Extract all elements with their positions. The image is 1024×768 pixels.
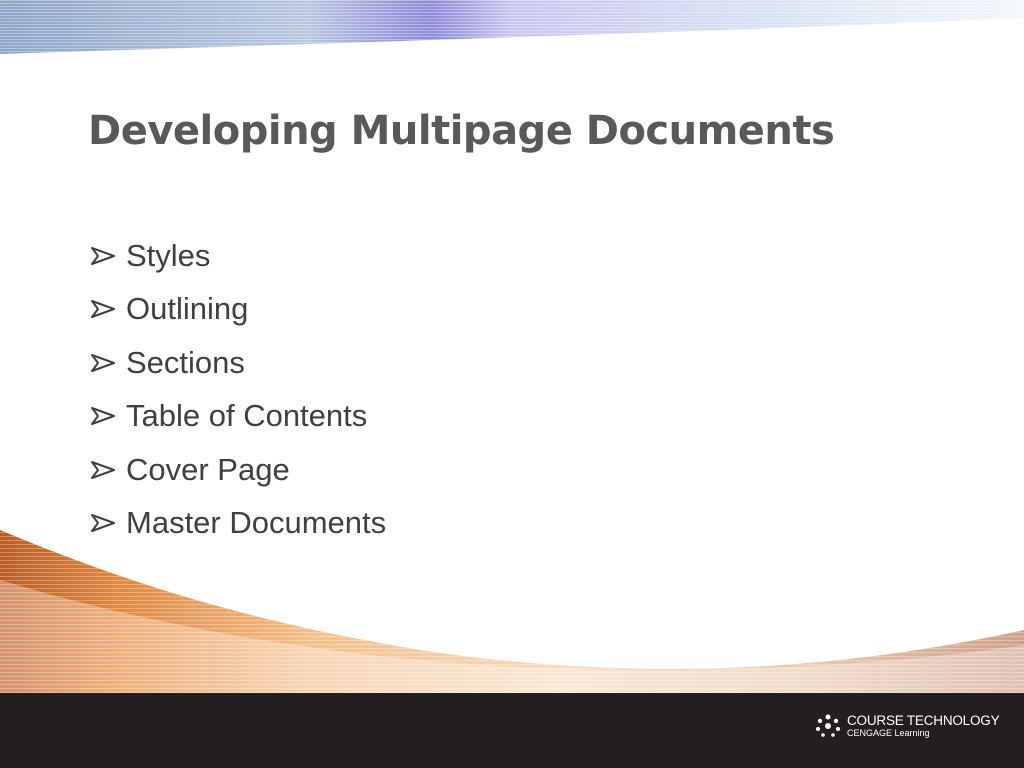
list-item: Styles <box>90 229 386 283</box>
course-technology-logo-icon <box>816 714 840 737</box>
list-item: Sections <box>90 336 386 390</box>
bullet-list: Styles Outlining Sections Table of Conte… <box>90 229 386 550</box>
arrow-bullet-icon <box>91 460 115 479</box>
slide: Developing Multipage Documents Styles Ou… <box>0 0 1024 768</box>
bullet-text: Cover Page <box>126 451 290 487</box>
bullet-text: Sections <box>126 344 245 380</box>
top-decorative-band <box>0 0 1024 54</box>
list-item: Table of Contents <box>90 390 386 444</box>
bullet-text: Outlining <box>126 291 249 327</box>
logo-text: COURSE TECHNOLOGY CENGAGE Learning <box>847 712 1000 739</box>
footer-bar: COURSE TECHNOLOGY CENGAGE Learning <box>0 693 1024 768</box>
arrow-bullet-icon <box>91 407 115 426</box>
arrow-bullet-icon <box>91 353 115 372</box>
bullet-text: Table of Contents <box>126 398 368 434</box>
publisher-logo: COURSE TECHNOLOGY CENGAGE Learning <box>815 712 1000 739</box>
arrow-bullet-icon <box>91 246 115 265</box>
arrow-bullet-icon <box>91 300 115 319</box>
list-item: Cover Page <box>90 443 386 497</box>
bottom-decorative-wave <box>0 530 1024 693</box>
list-item: Outlining <box>90 283 386 337</box>
slide-title: Developing Multipage Documents <box>88 108 835 154</box>
logo-line-2: CENGAGE Learning <box>847 728 930 739</box>
logo-line-1: COURSE TECHNOLOGY <box>847 712 1000 728</box>
bullet-text: Styles <box>126 237 211 273</box>
